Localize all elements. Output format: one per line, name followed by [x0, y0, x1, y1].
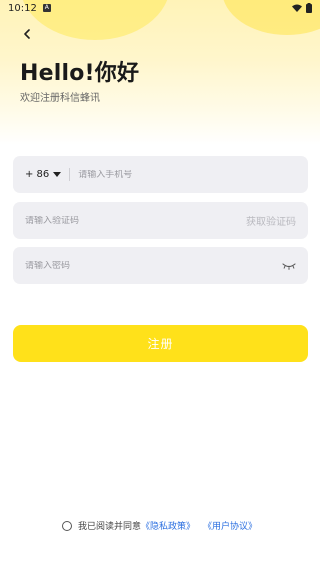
country-code-label: + 86: [25, 169, 50, 180]
chevron-left-icon: [24, 29, 30, 39]
code-field: 获取验证码: [13, 202, 308, 239]
eye-closed-icon: [282, 262, 296, 270]
wifi-icon: [292, 4, 302, 12]
country-code-selector[interactable]: + 86: [25, 169, 62, 180]
status-right: [292, 3, 312, 13]
privacy-policy-link[interactable]: 《隐私政策》: [141, 519, 195, 532]
status-bar: 10:12 A: [0, 0, 320, 16]
back-button[interactable]: [17, 24, 37, 44]
register-button[interactable]: 注册: [13, 325, 308, 362]
caret-down-icon: [53, 172, 62, 177]
get-code-button[interactable]: 获取验证码: [246, 213, 296, 228]
battery-icon: [306, 3, 312, 13]
agree-radio[interactable]: [62, 520, 72, 531]
phone-input[interactable]: [78, 169, 296, 180]
page-title: Hello!你好: [20, 61, 140, 86]
status-time: 10:12: [8, 2, 37, 14]
status-left: 10:12 A: [8, 3, 51, 14]
verification-code-input[interactable]: [25, 215, 246, 226]
register-screen: 10:12 A Hello!你好 欢迎注册科信蜂讯 + 86 请输入手机号 请输…: [0, 0, 320, 569]
password-visibility-toggle[interactable]: [282, 262, 296, 270]
notification-icon: A: [42, 4, 51, 12]
user-agreement-link[interactable]: 《用户协议》: [203, 519, 257, 532]
field-divider: [69, 168, 71, 181]
password-field: [13, 247, 308, 284]
page-subtitle: 欢迎注册科信蜂讯: [20, 93, 100, 104]
agreement-row: 我已阅读并同意 《隐私政策》 《用户协议》: [62, 519, 257, 532]
phone-field: + 86: [13, 156, 308, 193]
password-input[interactable]: [25, 260, 282, 271]
agreement-prefix: 我已阅读并同意: [78, 522, 142, 532]
